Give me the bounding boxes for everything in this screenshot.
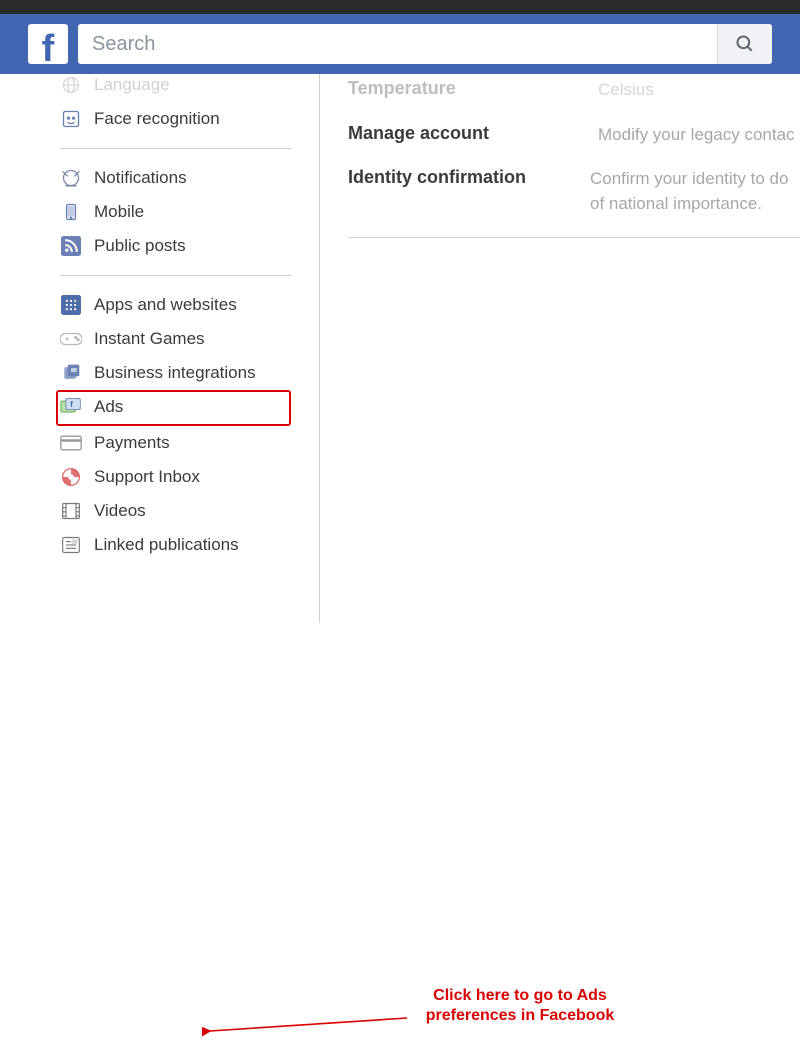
setting-value: Celsius xyxy=(598,78,654,103)
apps-icon xyxy=(60,294,82,316)
sidebar-item-business-integrations[interactable]: Business integrations xyxy=(60,356,291,390)
payments-icon xyxy=(60,432,82,454)
sidebar-item-apps-websites[interactable]: Apps and websites xyxy=(60,288,291,322)
sidebar-item-ads[interactable]: f Ads xyxy=(60,392,123,422)
sidebar-item-label: Language xyxy=(94,75,170,95)
sidebar-item-public-posts[interactable]: Public posts xyxy=(60,229,291,263)
sidebar-item-label: Public posts xyxy=(94,236,186,256)
sidebar-item-label: Payments xyxy=(94,433,170,453)
sidebar-item-face-recognition[interactable]: Face recognition xyxy=(60,102,291,136)
mobile-icon xyxy=(60,201,82,223)
sidebar-item-linked-publications[interactable]: Linked publications xyxy=(60,528,291,562)
rss-icon xyxy=(60,235,82,257)
ads-icon: f xyxy=(60,396,82,418)
support-icon xyxy=(60,466,82,488)
sidebar-item-label: Apps and websites xyxy=(94,295,237,315)
sidebar-divider xyxy=(60,275,291,276)
sidebar-item-label: Ads xyxy=(94,397,123,417)
sidebar-item-label: Face recognition xyxy=(94,109,220,129)
sidebar-item-label: Support Inbox xyxy=(94,467,200,487)
sidebar-divider xyxy=(60,148,291,149)
search-icon xyxy=(735,34,755,54)
sidebar-item-label: Videos xyxy=(94,501,146,521)
publications-icon xyxy=(60,534,82,556)
sidebar-item-instant-games[interactable]: Instant Games xyxy=(60,322,291,356)
setting-row-manage-account[interactable]: Manage account Modify your legacy contac xyxy=(348,113,800,158)
annotation-arrow xyxy=(202,1013,412,1063)
main-divider xyxy=(348,237,800,238)
facebook-logo[interactable]: f xyxy=(28,24,68,64)
setting-label: Manage account xyxy=(348,123,598,148)
sidebar-item-mobile[interactable]: Mobile xyxy=(60,195,291,229)
games-icon xyxy=(60,328,82,350)
business-icon xyxy=(60,362,82,384)
setting-label: Temperature xyxy=(348,78,598,103)
search-input[interactable] xyxy=(78,24,717,64)
search-button[interactable] xyxy=(717,24,772,64)
setting-row-temperature[interactable]: Temperature Celsius xyxy=(348,68,800,113)
sidebar-item-language[interactable]: Language xyxy=(60,68,291,102)
notifications-icon xyxy=(60,167,82,189)
search-bar xyxy=(78,24,772,64)
sidebar-item-label: Notifications xyxy=(94,168,187,188)
setting-value: Modify your legacy contac xyxy=(598,123,795,148)
svg-text:f: f xyxy=(70,399,73,409)
setting-label: Identity confirmation xyxy=(348,167,590,216)
ads-highlight-box: f Ads xyxy=(56,390,291,426)
globe-icon xyxy=(60,74,82,96)
browser-top-strip xyxy=(0,0,800,14)
sidebar-item-label: Instant Games xyxy=(94,329,205,349)
settings-sidebar: Language Face recognition Notifications … xyxy=(0,74,320,623)
annotation-text: Click here to go to Ads preferences in F… xyxy=(410,986,630,1026)
sidebar-item-videos[interactable]: Videos xyxy=(60,494,291,528)
videos-icon xyxy=(60,500,82,522)
face-icon xyxy=(60,108,82,130)
sidebar-item-notifications[interactable]: Notifications xyxy=(60,161,291,195)
settings-main-panel: Temperature Celsius Manage account Modif… xyxy=(320,74,800,623)
sidebar-item-payments[interactable]: Payments xyxy=(60,426,291,460)
sidebar-item-support-inbox[interactable]: Support Inbox xyxy=(60,460,291,494)
sidebar-item-label: Linked publications xyxy=(94,535,239,555)
sidebar-item-label: Mobile xyxy=(94,202,144,222)
sidebar-item-label: Business integrations xyxy=(94,363,256,383)
setting-row-identity-confirmation[interactable]: Identity confirmation Confirm your ident… xyxy=(348,157,800,226)
main-header: f xyxy=(0,14,800,74)
setting-value: Confirm your identity to do of national … xyxy=(590,167,800,216)
